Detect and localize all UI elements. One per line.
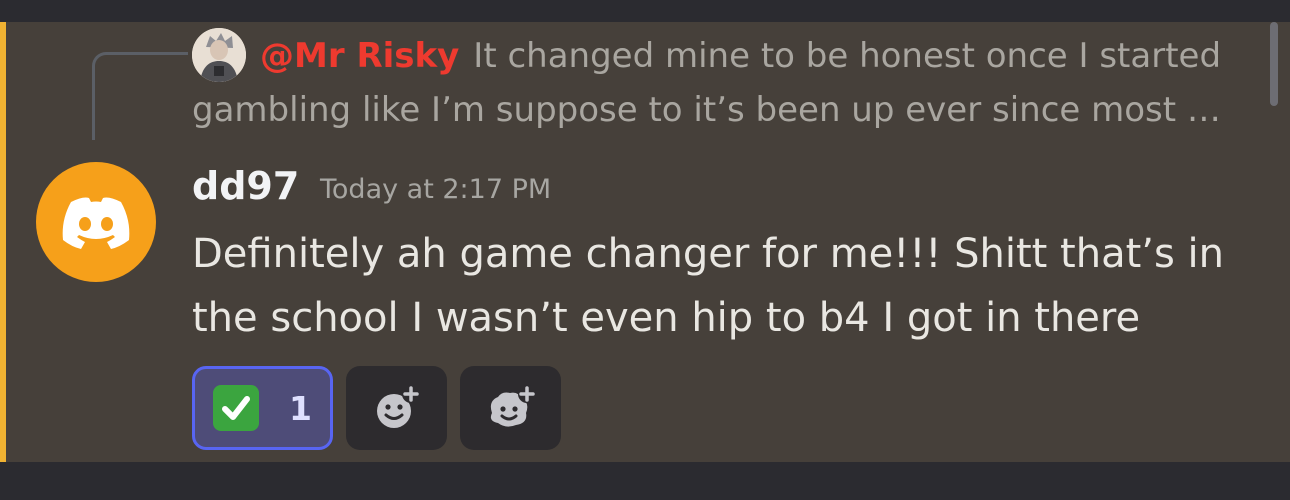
reactions-bar: 1 [192,366,561,450]
top-strip [0,0,1290,22]
super-reaction-icon [490,385,536,427]
reply-preview-line2[interactable]: gambling like I’m suppose to it’s been u… [192,86,1252,134]
reply-preview-text: It changed mine to be honest once I star… [473,36,1222,76]
avatar[interactable] [36,162,156,282]
message-timestamp: Today at 2:17 PM [320,174,552,205]
mention-highlight-bar [0,22,6,462]
scrollbar[interactable] [1270,22,1278,106]
reply-spine [92,52,188,140]
add-reaction-button[interactable] [346,366,447,450]
bottom-strip [0,462,1290,500]
add-super-reaction-button[interactable] [460,366,561,450]
reaction-count: 1 [289,388,312,428]
reply-avatar-image [192,28,246,82]
check-mark-icon [213,385,259,431]
message-author[interactable]: dd97 [192,162,299,210]
message-item[interactable]: @Mr Risky It changed mine to be honest on… [0,22,1290,462]
message-content: Definitely ah game changer for me!!! Shi… [192,231,1225,341]
reply-preview-line1[interactable]: @Mr Risky It changed mine to be honest on… [260,32,1260,80]
reply-avatar[interactable] [192,28,246,82]
reply-author-mention[interactable]: @Mr Risky [260,36,459,76]
add-reaction-icon [376,385,420,428]
discord-logo-icon [62,197,130,249]
reaction-check[interactable]: 1 [192,366,333,450]
